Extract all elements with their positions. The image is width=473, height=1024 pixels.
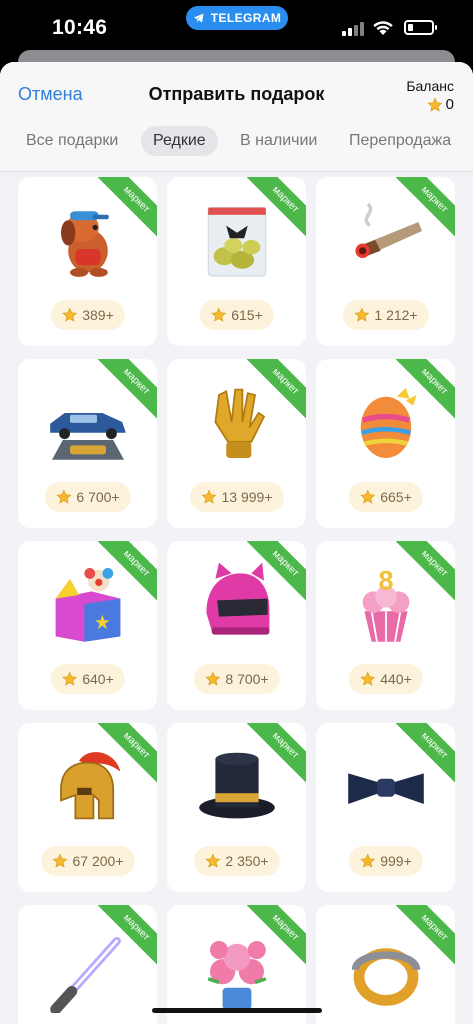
glove-gift-icon: [213, 388, 265, 458]
star-icon: [359, 853, 375, 868]
price-tag: 665+: [348, 482, 423, 512]
star-icon: [359, 489, 375, 504]
cancel-button[interactable]: Отмена: [18, 84, 83, 105]
lightsaber-gift-icon: [49, 936, 121, 1013]
price-value: 8 700+: [225, 671, 269, 687]
price-value: 13 999+: [221, 489, 273, 505]
gift-card[interactable]: маркет 2 350+: [167, 723, 306, 892]
wifi-icon: [373, 21, 393, 35]
gift-card[interactable]: маркет: [18, 905, 157, 1024]
tab-all-gifts[interactable]: Все подарки: [14, 126, 130, 156]
gift-card[interactable]: маркет 389+: [18, 177, 157, 346]
flowers-gift-icon: [207, 941, 266, 1010]
price-value: 999+: [380, 853, 412, 869]
price-value: 665+: [380, 489, 412, 505]
price-tag: 6 700+: [44, 482, 131, 512]
star-icon: [210, 307, 226, 322]
star-icon: [359, 671, 375, 686]
price-tag: 615+: [199, 300, 274, 330]
price-value: 1 212+: [374, 307, 418, 323]
price-tag: 8 700+: [193, 664, 280, 694]
gift-card[interactable]: маркет 640+: [18, 541, 157, 710]
bow-tie-gift-icon: [347, 773, 424, 804]
price-value: 440+: [380, 671, 412, 687]
send-gift-sheet: Отмена Отправить подарок Баланс 0 Все по…: [0, 62, 473, 1024]
telegram-pill-label: TELEGRAM: [210, 11, 282, 25]
star-icon: [427, 97, 443, 112]
price-tag: 640+: [50, 664, 125, 694]
balance-amount: 0: [445, 96, 454, 113]
price-tag: 389+: [50, 300, 125, 330]
star-icon: [204, 671, 220, 686]
telegram-pill[interactable]: TELEGRAM: [186, 6, 288, 30]
star-icon: [353, 307, 369, 322]
price-tag: 2 350+: [193, 846, 280, 876]
price-tag: 67 200+: [40, 846, 135, 876]
balance-value: 0: [427, 96, 454, 113]
home-indicator: [152, 1008, 322, 1013]
star-icon: [201, 489, 216, 504]
ring-gift-icon: [351, 948, 420, 1006]
cupcake-gift-icon: 8: [362, 566, 409, 642]
price-tag: 1 212+: [342, 300, 429, 330]
gift-card[interactable]: маркет 13 999+: [167, 359, 306, 528]
star-icon: [52, 853, 67, 868]
tab-resale[interactable]: Перепродажа: [337, 126, 463, 156]
price-tag: 440+: [348, 664, 423, 694]
gift-card[interactable]: маркет 8 700+: [167, 541, 306, 710]
telegram-icon: [193, 13, 204, 23]
bag-gift-icon: [207, 207, 266, 277]
tab-in-stock[interactable]: В наличии: [228, 126, 329, 156]
gift-tabs: Все подарки Редкие В наличии Перепродажа: [0, 124, 473, 164]
star-icon: [55, 489, 71, 504]
star-icon: [204, 853, 220, 868]
star-icon: [61, 671, 77, 686]
sheet-header: Отмена Отправить подарок Баланс 0 Все по…: [0, 62, 473, 172]
gift-card[interactable]: маркет 615+: [167, 177, 306, 346]
price-value: 67 200+: [72, 853, 124, 869]
car-gift-icon: [49, 413, 126, 460]
helmet-gift-icon: [205, 562, 269, 635]
price-value: 615+: [231, 307, 263, 323]
gift-card[interactable]: 8 маркет 440+: [316, 541, 455, 710]
status-time: 10:46: [52, 16, 108, 39]
svg-text:8: 8: [378, 566, 393, 596]
status-bar: 10:46 TELEGRAM: [0, 0, 473, 56]
gift-card[interactable]: маркет 665+: [316, 359, 455, 528]
gift-card[interactable]: маркет: [167, 905, 306, 1024]
header-divider: [0, 171, 473, 172]
cellular-signal-icon: [342, 20, 366, 36]
price-value: 6 700+: [76, 489, 120, 505]
gift-card[interactable]: маркет 999+: [316, 723, 455, 892]
top-hat-gift-icon: [198, 752, 275, 819]
spartan-helmet-gift-icon: [59, 752, 120, 820]
gift-card[interactable]: маркет 6 700+: [18, 359, 157, 528]
price-tag: 999+: [348, 846, 423, 876]
price-tag: 13 999+: [189, 482, 284, 512]
gift-card[interactable]: маркет 67 200+: [18, 723, 157, 892]
price-value: 389+: [82, 307, 114, 323]
battery-icon: [404, 20, 437, 35]
dog-gift-icon: [60, 211, 109, 277]
price-value: 2 350+: [225, 853, 269, 869]
balance-label: Баланс: [406, 78, 454, 94]
price-value: 640+: [82, 671, 114, 687]
cigar-gift-icon: [354, 202, 422, 258]
tab-rare[interactable]: Редкие: [141, 126, 218, 156]
balance: Баланс 0: [406, 78, 454, 118]
star-icon: [61, 307, 77, 322]
gift-card[interactable]: маркет 1 212+: [316, 177, 455, 346]
gift-card[interactable]: маркет: [316, 905, 455, 1024]
egg-gift-icon: [360, 387, 417, 458]
jack-box-gift-icon: [55, 568, 120, 642]
